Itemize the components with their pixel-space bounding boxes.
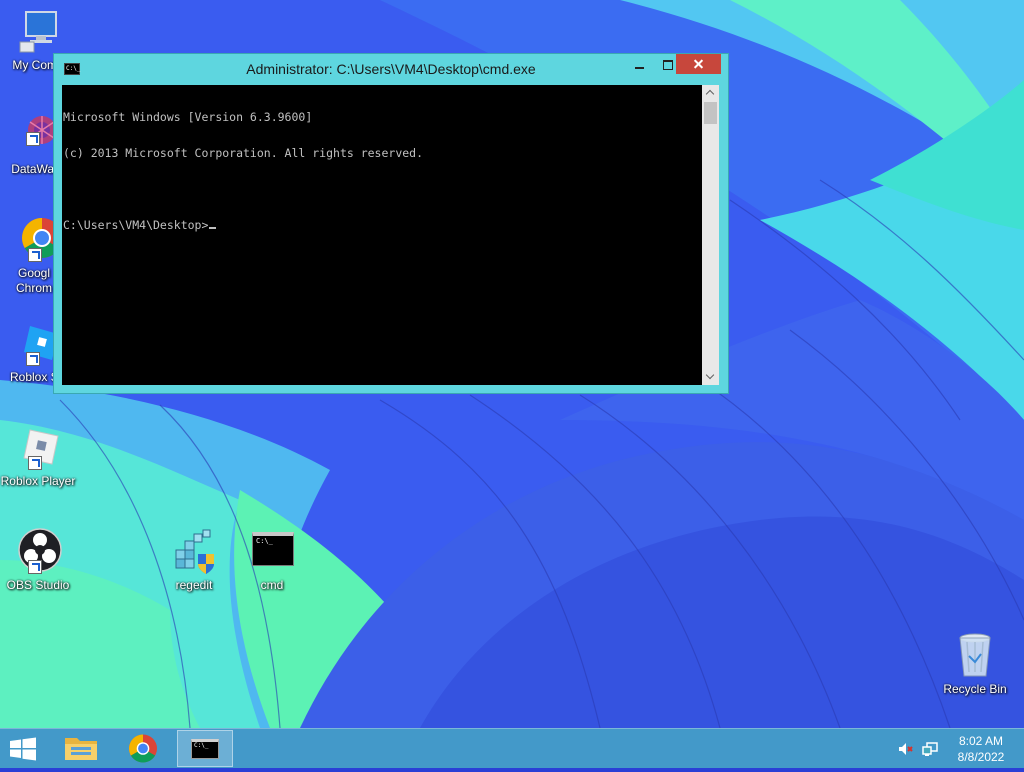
desktop-icon-roblox-player[interactable]: Roblox Player [0, 424, 76, 489]
windows-logo-icon [10, 737, 36, 761]
clock-time: 8:02 AM [958, 734, 1004, 748]
network-icon[interactable] [922, 742, 938, 756]
desktop-icon-label: regedit [175, 578, 213, 592]
console-prompt-line: C:\Users\VM4\Desktop> [63, 219, 702, 231]
scrollbar-thumb[interactable] [704, 102, 717, 124]
console-line: (c) 2013 Microsoft Corporation. All righ… [63, 146, 424, 160]
taskbar-clock[interactable]: 8:02 AM 8/8/2022 [950, 733, 1012, 765]
shortcut-arrow-icon [26, 352, 40, 366]
desktop-icon-regedit[interactable]: regedit [156, 528, 232, 593]
console-line: Microsoft Windows [Version 6.3.9600] [63, 110, 313, 124]
minimize-button[interactable] [626, 55, 654, 75]
taskbar-file-explorer[interactable] [53, 730, 109, 767]
cmd-icon-text: C:\_ [194, 742, 209, 749]
roblox-player-icon [14, 424, 62, 472]
desktop-icon-label: Roblox Player [0, 474, 76, 488]
folder-icon [65, 738, 97, 760]
obs-icon [14, 528, 62, 576]
shortcut-arrow-icon [28, 456, 42, 470]
cmd-icon: C:\_ [248, 528, 296, 576]
clock-date: 8/8/2022 [957, 750, 1005, 764]
console-prompt: C:\Users\VM4\Desktop> [63, 218, 209, 232]
console-output[interactable]: Microsoft Windows [Version 6.3.9600] (c)… [62, 85, 702, 385]
shortcut-arrow-icon [28, 560, 42, 574]
vertical-scrollbar[interactable] [702, 85, 719, 385]
volume-muted-icon[interactable] [898, 742, 914, 756]
recycle-bin-icon [951, 632, 999, 680]
taskbar-cmd[interactable]: C:\_ [177, 730, 233, 767]
shortcut-arrow-icon [28, 248, 42, 262]
computer-icon [14, 8, 62, 56]
cmd-icon: C:\_ [191, 739, 219, 759]
desktop-icon-cmd[interactable]: C:\_ cmd [234, 528, 310, 593]
cmd-window[interactable]: C:\_ Administrator: C:\Users\VM4\Desktop… [53, 53, 729, 394]
desktop-icon-obs-studio[interactable]: OBS Studio [0, 528, 76, 593]
desktop-icon-label: cmd [260, 578, 284, 592]
start-button[interactable] [8, 737, 38, 761]
window-titlebar[interactable]: C:\_ Administrator: C:\Users\VM4\Desktop… [54, 54, 728, 84]
shortcut-arrow-icon [26, 132, 40, 146]
desktop-icon-label: OBS Studio [6, 578, 70, 592]
scroll-up-arrow-icon[interactable] [702, 85, 719, 101]
cmd-icon-text: C:\_ [256, 537, 273, 545]
taskbar-chrome[interactable] [115, 730, 171, 767]
desktop-icon-label: Recycle Bin [943, 682, 1007, 696]
chrome-icon [129, 734, 157, 763]
close-button[interactable] [676, 54, 721, 74]
scroll-down-arrow-icon[interactable] [702, 369, 719, 385]
text-cursor [209, 227, 217, 229]
desktop-icon-recycle-bin[interactable]: Recycle Bin [937, 632, 1013, 697]
regedit-icon [170, 528, 218, 576]
taskbar: C:\_ 8:02 AM 8/8/2022 [0, 728, 1024, 768]
